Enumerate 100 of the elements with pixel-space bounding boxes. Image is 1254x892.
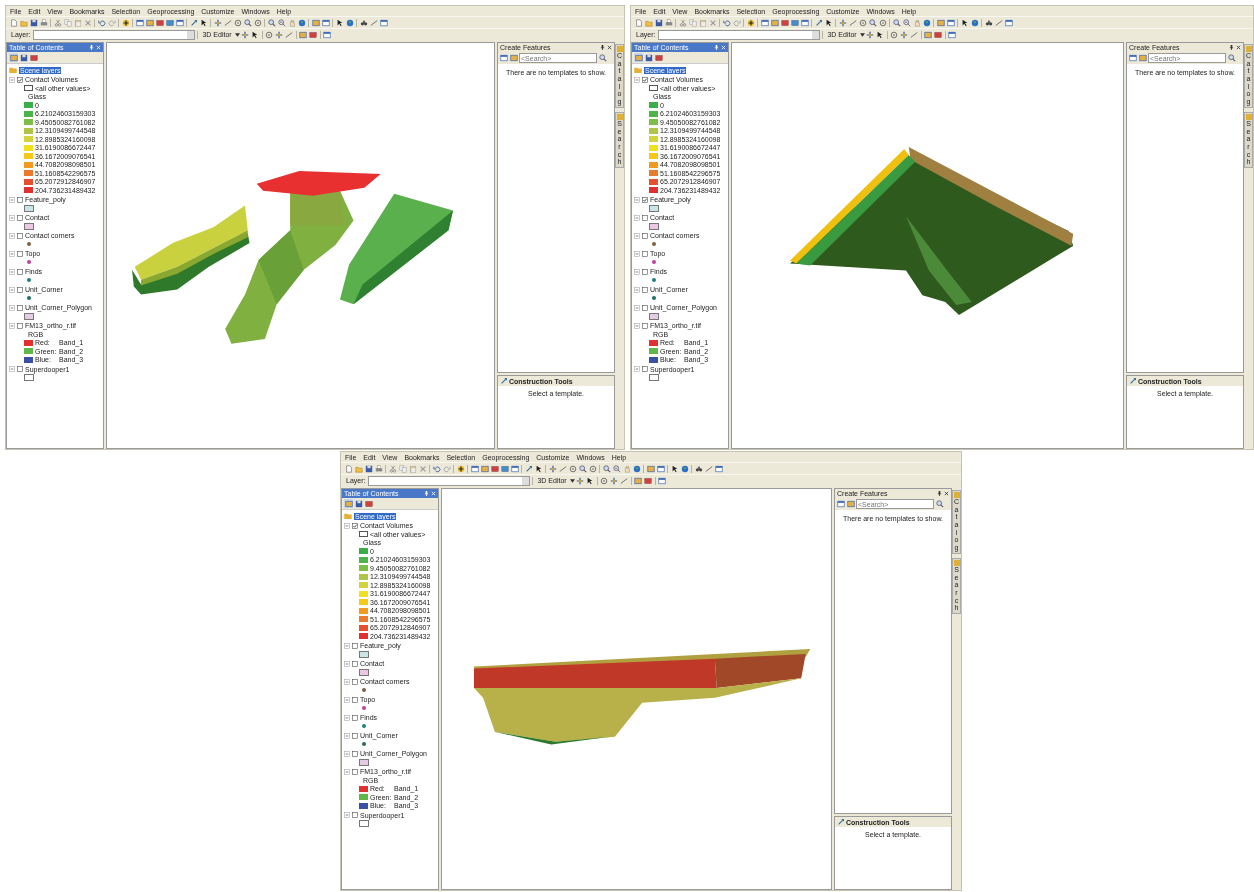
- caret-icon[interactable]: [569, 478, 575, 483]
- checkbox[interactable]: [642, 76, 648, 83]
- move-icon[interactable]: [274, 30, 284, 39]
- collapse-icon[interactable]: [634, 232, 640, 239]
- pointer-icon[interactable]: [670, 464, 679, 473]
- caret-icon[interactable]: [234, 32, 240, 37]
- checkbox[interactable]: [17, 214, 23, 221]
- collapse-icon[interactable]: [9, 196, 15, 203]
- zoom-in-icon[interactable]: [578, 464, 587, 473]
- window-icon[interactable]: [760, 18, 769, 27]
- pointer-icon[interactable]: [875, 30, 885, 39]
- collapse-icon[interactable]: [634, 304, 640, 311]
- add-data-icon[interactable]: [746, 18, 755, 27]
- target-icon[interactable]: [858, 18, 867, 27]
- window-icon[interactable]: [714, 464, 723, 473]
- pointer-icon[interactable]: [824, 18, 833, 27]
- collapse-icon[interactable]: [9, 268, 15, 275]
- checkbox[interactable]: [352, 714, 358, 721]
- checkbox[interactable]: [17, 232, 23, 239]
- line-icon[interactable]: [223, 18, 232, 27]
- checkbox[interactable]: [17, 322, 23, 329]
- binoculars-icon[interactable]: [694, 464, 703, 473]
- collapse-icon[interactable]: [9, 232, 15, 239]
- collapse-icon[interactable]: [344, 678, 350, 685]
- collapse-icon[interactable]: [9, 322, 15, 329]
- window-icon[interactable]: [946, 18, 955, 27]
- collapse-icon[interactable]: [344, 522, 350, 529]
- pan-icon[interactable]: [287, 18, 296, 27]
- pointer-icon[interactable]: [335, 18, 344, 27]
- collapse-icon[interactable]: [634, 366, 640, 373]
- checkbox[interactable]: [642, 214, 648, 221]
- save-icon[interactable]: [654, 18, 663, 27]
- collapse-icon[interactable]: [344, 696, 350, 703]
- checkbox[interactable]: [642, 196, 648, 203]
- target-icon[interactable]: [588, 464, 597, 473]
- new-file-icon[interactable]: [9, 18, 18, 27]
- collapse-icon[interactable]: [9, 304, 15, 311]
- binoculars-icon[interactable]: [359, 18, 368, 27]
- save-icon[interactable]: [364, 464, 373, 473]
- zoom-in-icon[interactable]: [243, 18, 252, 27]
- collapse-icon[interactable]: [344, 768, 350, 775]
- collapse-icon[interactable]: [344, 714, 350, 721]
- zoom-in-icon[interactable]: [892, 18, 901, 27]
- checkbox[interactable]: [352, 750, 358, 757]
- window-icon[interactable]: [175, 18, 184, 27]
- window-icon[interactable]: [656, 464, 665, 473]
- collapse-icon[interactable]: [634, 196, 640, 203]
- pin-icon[interactable]: [937, 491, 942, 496]
- line-icon[interactable]: [558, 464, 567, 473]
- checkbox[interactable]: [17, 286, 23, 293]
- collapse-icon[interactable]: [634, 322, 640, 329]
- move-icon[interactable]: [899, 30, 909, 39]
- checkbox[interactable]: [352, 522, 358, 529]
- line-icon[interactable]: [848, 18, 857, 27]
- pin-icon[interactable]: [1229, 45, 1234, 50]
- checkbox[interactable]: [17, 268, 23, 275]
- globe-icon[interactable]: [922, 18, 931, 27]
- checkbox[interactable]: [17, 76, 23, 83]
- new-file-icon[interactable]: [344, 464, 353, 473]
- globe-icon[interactable]: [632, 464, 641, 473]
- collapse-icon[interactable]: [634, 214, 640, 221]
- pan-icon[interactable]: [912, 18, 921, 27]
- checkbox[interactable]: [352, 642, 358, 649]
- zoom-in-icon[interactable]: [267, 18, 276, 27]
- checkbox[interactable]: [352, 660, 358, 667]
- collapse-icon[interactable]: [9, 76, 15, 83]
- checkbox[interactable]: [17, 196, 23, 203]
- window-icon[interactable]: [379, 18, 388, 27]
- new-file-icon[interactable]: [634, 18, 643, 27]
- add-data-icon[interactable]: [121, 18, 130, 27]
- checkbox[interactable]: [352, 812, 358, 819]
- collapse-icon[interactable]: [9, 250, 15, 257]
- paste-icon[interactable]: [408, 464, 417, 473]
- target-icon[interactable]: [253, 18, 262, 27]
- cut-icon[interactable]: [388, 464, 397, 473]
- window-icon[interactable]: [1004, 18, 1013, 27]
- collapse-icon[interactable]: [634, 286, 640, 293]
- collapse-icon[interactable]: [9, 286, 15, 293]
- checkbox[interactable]: [352, 732, 358, 739]
- collapse-icon[interactable]: [634, 76, 640, 83]
- window-icon[interactable]: [135, 18, 144, 27]
- collapse-icon[interactable]: [344, 642, 350, 649]
- caret-icon[interactable]: [859, 32, 865, 37]
- navigate-icon[interactable]: [838, 18, 847, 27]
- pin-icon[interactable]: [600, 45, 605, 50]
- tool-icon[interactable]: [524, 464, 533, 473]
- print-icon[interactable]: [374, 464, 383, 473]
- collapse-icon[interactable]: [344, 750, 350, 757]
- checkbox[interactable]: [642, 250, 648, 257]
- checkbox[interactable]: [17, 366, 23, 373]
- move-icon[interactable]: [609, 476, 619, 485]
- checkbox[interactable]: [642, 232, 648, 239]
- cut-icon[interactable]: [53, 18, 62, 27]
- target-icon[interactable]: [568, 464, 577, 473]
- checkbox[interactable]: [642, 286, 648, 293]
- zoom-out-icon[interactable]: [902, 18, 911, 27]
- collapse-icon[interactable]: [634, 250, 640, 257]
- checkbox[interactable]: [642, 322, 648, 329]
- cut-icon[interactable]: [678, 18, 687, 27]
- checkbox[interactable]: [17, 250, 23, 257]
